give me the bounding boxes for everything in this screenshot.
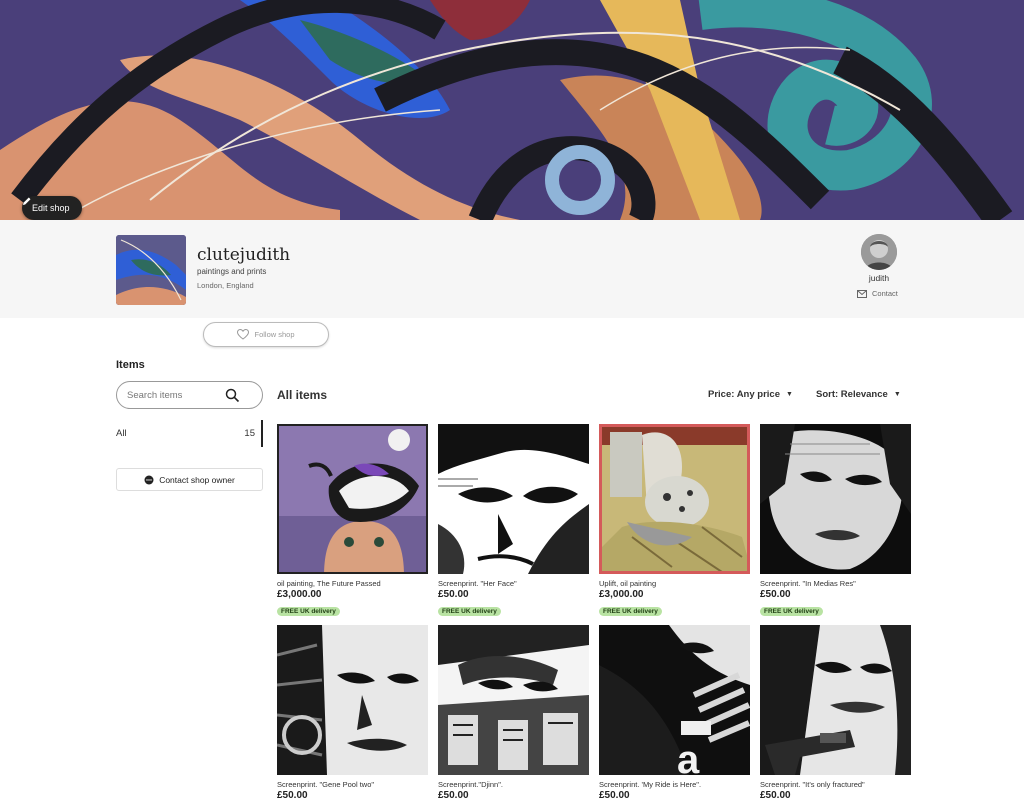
search-icon[interactable] — [225, 388, 240, 403]
category-label: All — [116, 428, 127, 439]
listing-card[interactable]: Screenprint. "In Medias Res" £50.00 FREE… — [760, 424, 911, 618]
items-heading: Items — [116, 359, 145, 371]
shop-name: clutejudith — [197, 245, 291, 265]
listing-price: £3,000.00 — [599, 589, 644, 600]
free-delivery-badge: FREE UK delivery — [277, 607, 340, 616]
listing-image[interactable] — [277, 424, 428, 574]
edit-shop-button[interactable]: Edit shop — [22, 196, 82, 220]
listing-card[interactable]: Screenprint. "It's only fractured" £50.0… — [760, 625, 911, 801]
listing-image[interactable] — [277, 625, 428, 775]
contact-link[interactable]: Contact — [857, 289, 898, 298]
chat-bubble-icon — [144, 475, 154, 484]
free-delivery-badge: FREE UK delivery — [599, 607, 662, 616]
sort-dropdown[interactable]: Sort: Relevance ▼ — [816, 389, 901, 400]
free-delivery-badge: FREE UK delivery — [760, 607, 823, 616]
shop-banner: Edit shop — [0, 0, 1024, 220]
listing-price: £50.00 — [760, 790, 791, 801]
listing-image[interactable] — [760, 424, 911, 574]
shop-tagline: paintings and prints — [197, 267, 267, 276]
listing-price: £50.00 — [277, 790, 308, 801]
banner-artwork — [0, 0, 1024, 220]
shop-location: London, England — [197, 281, 254, 290]
heart-icon — [237, 329, 250, 340]
listing-image[interactable] — [760, 625, 911, 775]
category-selected-indicator — [261, 420, 263, 447]
listing-image[interactable]: a — [599, 625, 750, 775]
listing-image[interactable] — [599, 424, 750, 574]
listing-price: £50.00 — [438, 790, 469, 801]
caret-down-icon: ▼ — [893, 391, 901, 398]
caret-down-icon: ▼ — [785, 391, 793, 398]
svg-text:a: a — [677, 738, 700, 775]
listing-card[interactable]: Uplift, oil painting £3,000.00 FREE UK d… — [599, 424, 750, 618]
sort-label: Sort: Relevance — [816, 389, 888, 400]
search-box[interactable] — [116, 381, 263, 409]
listing-title[interactable]: Screenprint."Djinn". — [438, 780, 589, 789]
listing-price: £3,000.00 — [277, 589, 322, 600]
category-all[interactable]: All 15 — [116, 420, 263, 447]
listing-price: £50.00 — [760, 589, 791, 600]
price-filter-label: Price: Any price — [708, 389, 780, 400]
listing-title[interactable]: oil painting, The Future Passed — [277, 579, 428, 588]
listing-title[interactable]: Screenprint. "Gene Pool two" — [277, 780, 428, 789]
listing-title[interactable]: Screenprint. "Her Face" — [438, 579, 589, 588]
contact-label: Contact — [872, 289, 898, 298]
category-count: 15 — [244, 428, 255, 439]
shop-header: clutejudith paintings and prints London,… — [0, 220, 1024, 318]
listing-image[interactable] — [438, 424, 589, 574]
shop-icon-image — [116, 235, 186, 305]
search-input[interactable] — [127, 388, 227, 403]
edit-shop-label: Edit shop — [32, 203, 70, 213]
envelope-icon — [857, 289, 867, 298]
listing-title[interactable]: Uplift, oil painting — [599, 579, 750, 588]
free-delivery-badge: FREE UK delivery — [438, 607, 501, 616]
listing-card[interactable]: a Screenprint. 'My Ride is Here". £50.00 — [599, 625, 750, 801]
contact-shop-owner-label: Contact shop owner — [159, 474, 235, 485]
contact-shop-owner-button[interactable]: Contact shop owner — [116, 468, 263, 491]
listing-card[interactable]: Screenprint. "Her Face" £50.00 FREE UK d… — [438, 424, 589, 618]
follow-shop-label: Follow shop — [254, 330, 295, 339]
owner-name[interactable]: judith — [852, 273, 906, 283]
listing-title[interactable]: Screenprint. "It's only fractured" — [760, 780, 911, 789]
listing-image[interactable] — [438, 625, 589, 775]
listing-price: £50.00 — [599, 790, 630, 801]
listing-card[interactable]: Screenprint. "Gene Pool two" £50.00 — [277, 625, 428, 801]
listing-title[interactable]: Screenprint. 'My Ride is Here". — [599, 780, 750, 789]
follow-shop-button[interactable]: Follow shop — [203, 322, 329, 347]
pencil-icon — [23, 197, 31, 205]
listing-card[interactable]: Screenprint."Djinn". £50.00 — [438, 625, 589, 801]
listing-card[interactable]: oil painting, The Future Passed £3,000.0… — [277, 424, 428, 618]
all-items-heading: All items — [277, 388, 328, 402]
owner-avatar[interactable] — [861, 234, 897, 270]
shop-page: Edit shop clutejudith paintings and prin… — [0, 0, 1024, 803]
listing-title[interactable]: Screenprint. "In Medias Res" — [760, 579, 911, 588]
listing-price: £50.00 — [438, 589, 469, 600]
price-filter-dropdown[interactable]: Price: Any price ▼ — [708, 389, 793, 400]
